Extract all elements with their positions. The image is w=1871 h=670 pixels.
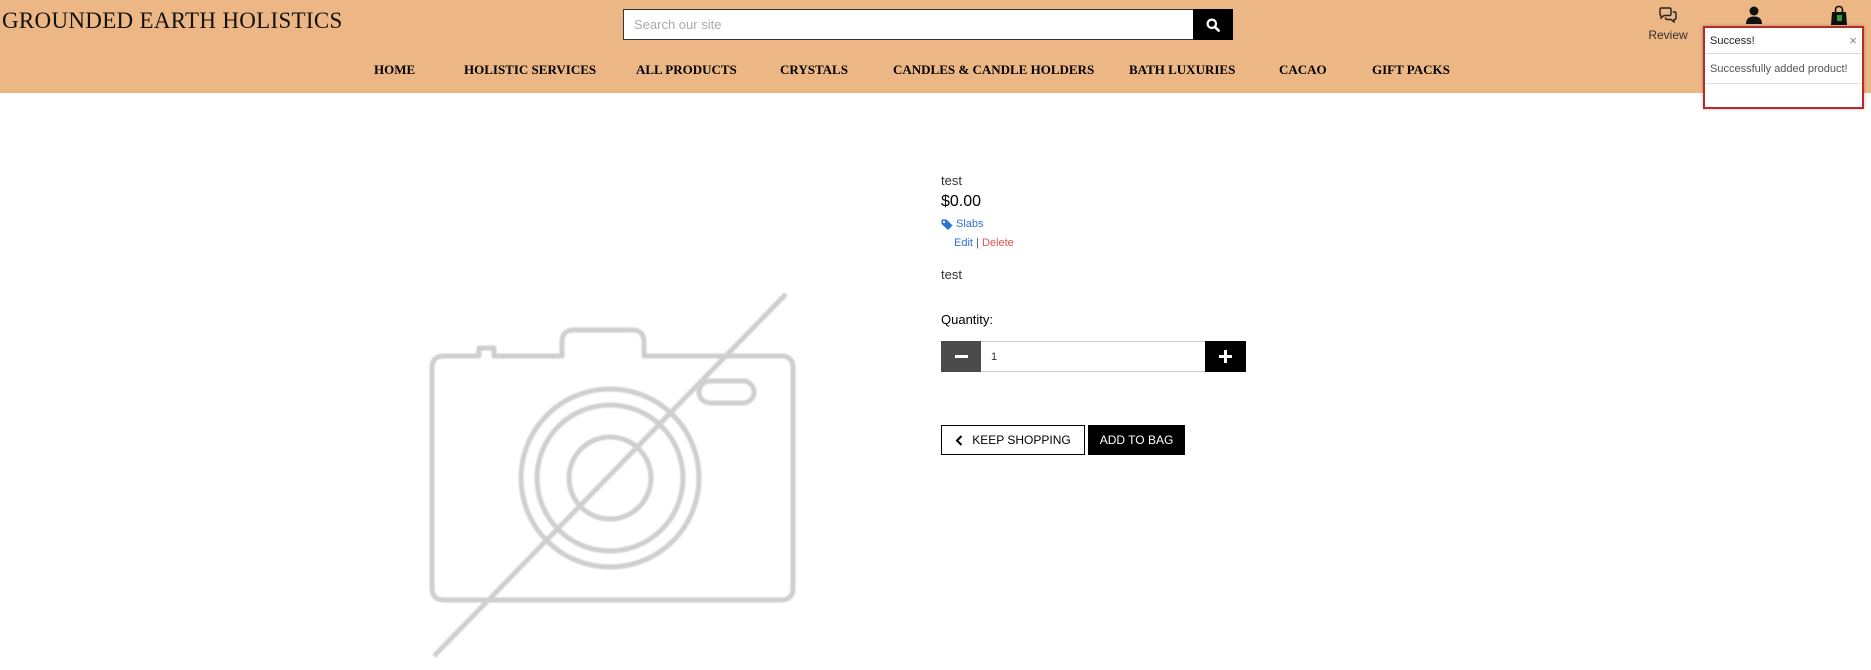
toast-title: Success!	[1710, 34, 1755, 47]
nav-candles[interactable]: CANDLES & CANDLE HOLDERS	[893, 62, 1094, 78]
delete-link[interactable]: Delete	[982, 237, 1014, 249]
toast-close-button[interactable]: ×	[1849, 34, 1857, 47]
nav-home[interactable]: HOME	[374, 62, 415, 78]
site-header: GROUNDED EARTH HOLISTICS Review HO	[0, 0, 1871, 93]
search-input[interactable]	[624, 10, 1193, 39]
comments-icon	[1659, 7, 1677, 24]
keep-shopping-button[interactable]: KEEP SHOPPING	[941, 425, 1085, 455]
link-separator: |	[976, 237, 979, 249]
search-form	[623, 9, 1233, 40]
minus-icon	[954, 355, 968, 358]
edit-link[interactable]: Edit	[954, 237, 973, 249]
quantity-label: Quantity:	[941, 312, 994, 327]
quantity-input[interactable]	[981, 341, 1205, 372]
nav-holistic-services[interactable]: HOLISTIC SERVICES	[464, 62, 596, 78]
admin-links: Edit | Delete	[954, 237, 1014, 249]
nav-gift-packs[interactable]: GIFT PACKS	[1372, 62, 1450, 78]
toast-header: Success! ×	[1705, 28, 1862, 54]
success-toast: Success! × Successfully added product!	[1703, 26, 1864, 109]
tag-icon	[941, 219, 953, 230]
product-description: test	[941, 267, 962, 282]
search-icon	[1206, 18, 1220, 32]
shopping-bag-icon	[1831, 5, 1847, 25]
no-image-camera-icon	[429, 292, 796, 658]
product-image-placeholder	[424, 286, 798, 664]
user-icon	[1746, 6, 1762, 24]
site-logo[interactable]: GROUNDED EARTH HOLISTICS	[2, 8, 343, 34]
nav-all-products[interactable]: ALL PRODUCTS	[636, 62, 737, 78]
nav-cacao[interactable]: CACAO	[1279, 62, 1327, 78]
account-link[interactable]	[1744, 5, 1764, 25]
main-nav: HOME HOLISTIC SERVICES ALL PRODUCTS CRYS…	[0, 62, 1871, 80]
increment-button[interactable]	[1205, 341, 1246, 372]
decrement-button[interactable]	[941, 341, 981, 372]
product-price: $0.00	[941, 193, 982, 210]
nav-crystals[interactable]: CRYSTALS	[780, 62, 848, 78]
chevron-left-icon	[955, 434, 963, 446]
review-label: Review	[1648, 28, 1688, 42]
product-name: test	[941, 173, 962, 188]
category-label: Slabs	[956, 218, 984, 230]
nav-bath-luxuries[interactable]: BATH LUXURIES	[1129, 62, 1235, 78]
search-button[interactable]	[1193, 9, 1233, 40]
toast-message: Successfully added product!	[1705, 54, 1862, 84]
quantity-stepper	[941, 341, 1246, 372]
add-to-bag-button[interactable]: ADD TO BAG	[1088, 425, 1185, 455]
keep-shopping-label: KEEP SHOPPING	[972, 433, 1071, 447]
shopping-bag-link[interactable]	[1829, 5, 1849, 27]
product-category-link[interactable]: Slabs	[941, 218, 984, 230]
plus-icon	[1219, 350, 1232, 363]
review-link[interactable]: Review	[1648, 7, 1688, 42]
